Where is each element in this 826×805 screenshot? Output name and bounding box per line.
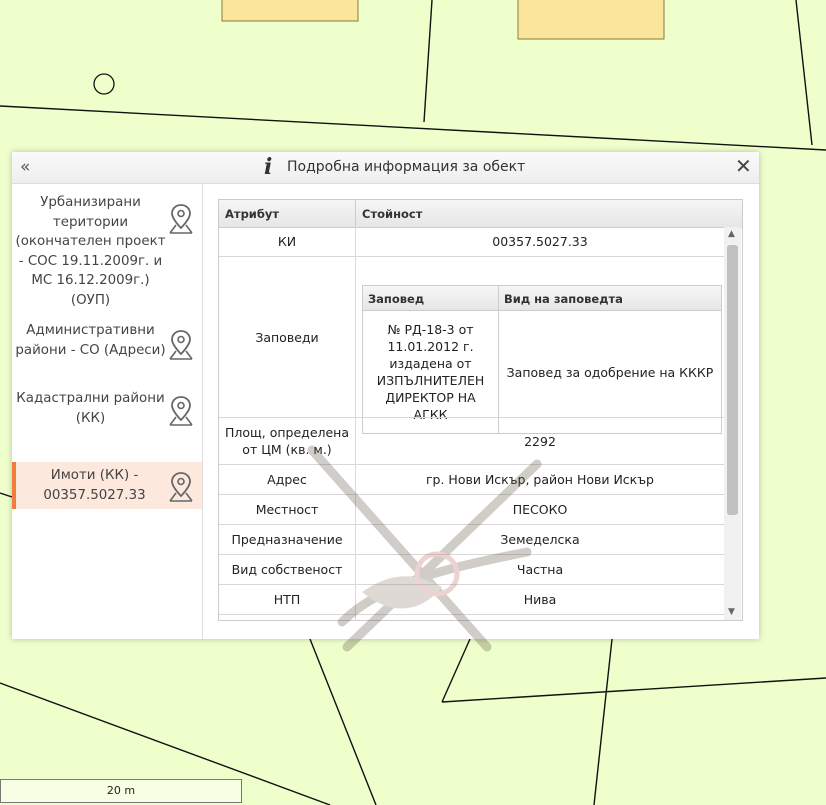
scroll-down-icon[interactable]: ▼ bbox=[728, 607, 735, 617]
scale-label: 20 m bbox=[106, 784, 136, 797]
layer-item-urbanized[interactable]: Урбанизирани територии (окончателен прое… bbox=[12, 192, 202, 317]
orders-header-type: Вид на заповедта bbox=[504, 292, 623, 306]
double-chevron-left-icon[interactable]: « bbox=[20, 157, 30, 177]
panel-header: « i Подробна информация за обект ✕ bbox=[12, 152, 759, 184]
layer-item-admin-districts[interactable]: Административни райони - СО (Адреси) bbox=[12, 320, 202, 382]
layer-item-label: Имоти (КК) - 00357.5027.33 bbox=[43, 468, 146, 503]
table-cell-attr: КИ bbox=[277, 234, 297, 249]
map-pin-icon[interactable] bbox=[167, 202, 195, 236]
orders-cell-order: № РД-18-3 от 11.01.2012 г. издадена от И… bbox=[376, 322, 485, 422]
table-header: Атрибут Стойност bbox=[219, 200, 742, 228]
panel-title: Подробна информация за обект bbox=[287, 159, 526, 175]
layer-item-label: Урбанизирани територии (окончателен прое… bbox=[15, 195, 166, 308]
info-icon: i bbox=[264, 154, 273, 180]
layer-item-property-active[interactable]: Имоти (КК) - 00357.5027.33 bbox=[12, 462, 202, 509]
header-divider bbox=[355, 200, 356, 227]
layer-item-label: Административни райони - СО (Адреси) bbox=[15, 323, 166, 358]
orders-header-order: Заповед bbox=[368, 292, 425, 306]
map-scale-bar: 20 m bbox=[0, 779, 242, 803]
column-header-value: Стойност bbox=[362, 207, 423, 221]
close-icon[interactable]: ✕ bbox=[735, 154, 752, 178]
table-cell-value: 00357.5027.33 bbox=[492, 234, 588, 249]
building-1 bbox=[221, 0, 359, 22]
map-pin-icon[interactable] bbox=[167, 328, 195, 362]
building-2 bbox=[517, 0, 665, 40]
agency-watermark-icon bbox=[307, 445, 542, 652]
map-pin-icon[interactable] bbox=[167, 470, 195, 504]
map-pin-icon[interactable] bbox=[167, 394, 195, 428]
orders-cell-type: Заповед за одобрение на КККР bbox=[506, 364, 714, 380]
table-cell-attr: Заповеди bbox=[255, 329, 319, 345]
scrollbar-thumb[interactable] bbox=[727, 245, 738, 515]
scroll-up-icon[interactable]: ▲ bbox=[728, 229, 735, 239]
layer-list: Урбанизирани територии (окончателен прое… bbox=[12, 184, 203, 639]
orders-subtable-header: Заповед Вид на заповедта bbox=[363, 286, 721, 311]
object-info-panel: « i Подробна информация за обект ✕ Урбан… bbox=[12, 152, 759, 652]
layer-item-label: Кадастрални райони (КК) bbox=[16, 391, 165, 426]
layer-item-cadastral-districts[interactable]: Кадастрални райони (КК) bbox=[12, 386, 202, 430]
column-header-attribute: Атрибут bbox=[225, 207, 280, 221]
orders-subtable: Заповед Вид на заповедта № РД-18-3 от 11… bbox=[362, 285, 722, 434]
vertical-scrollbar[interactable]: ▲ ▼ bbox=[724, 227, 741, 620]
